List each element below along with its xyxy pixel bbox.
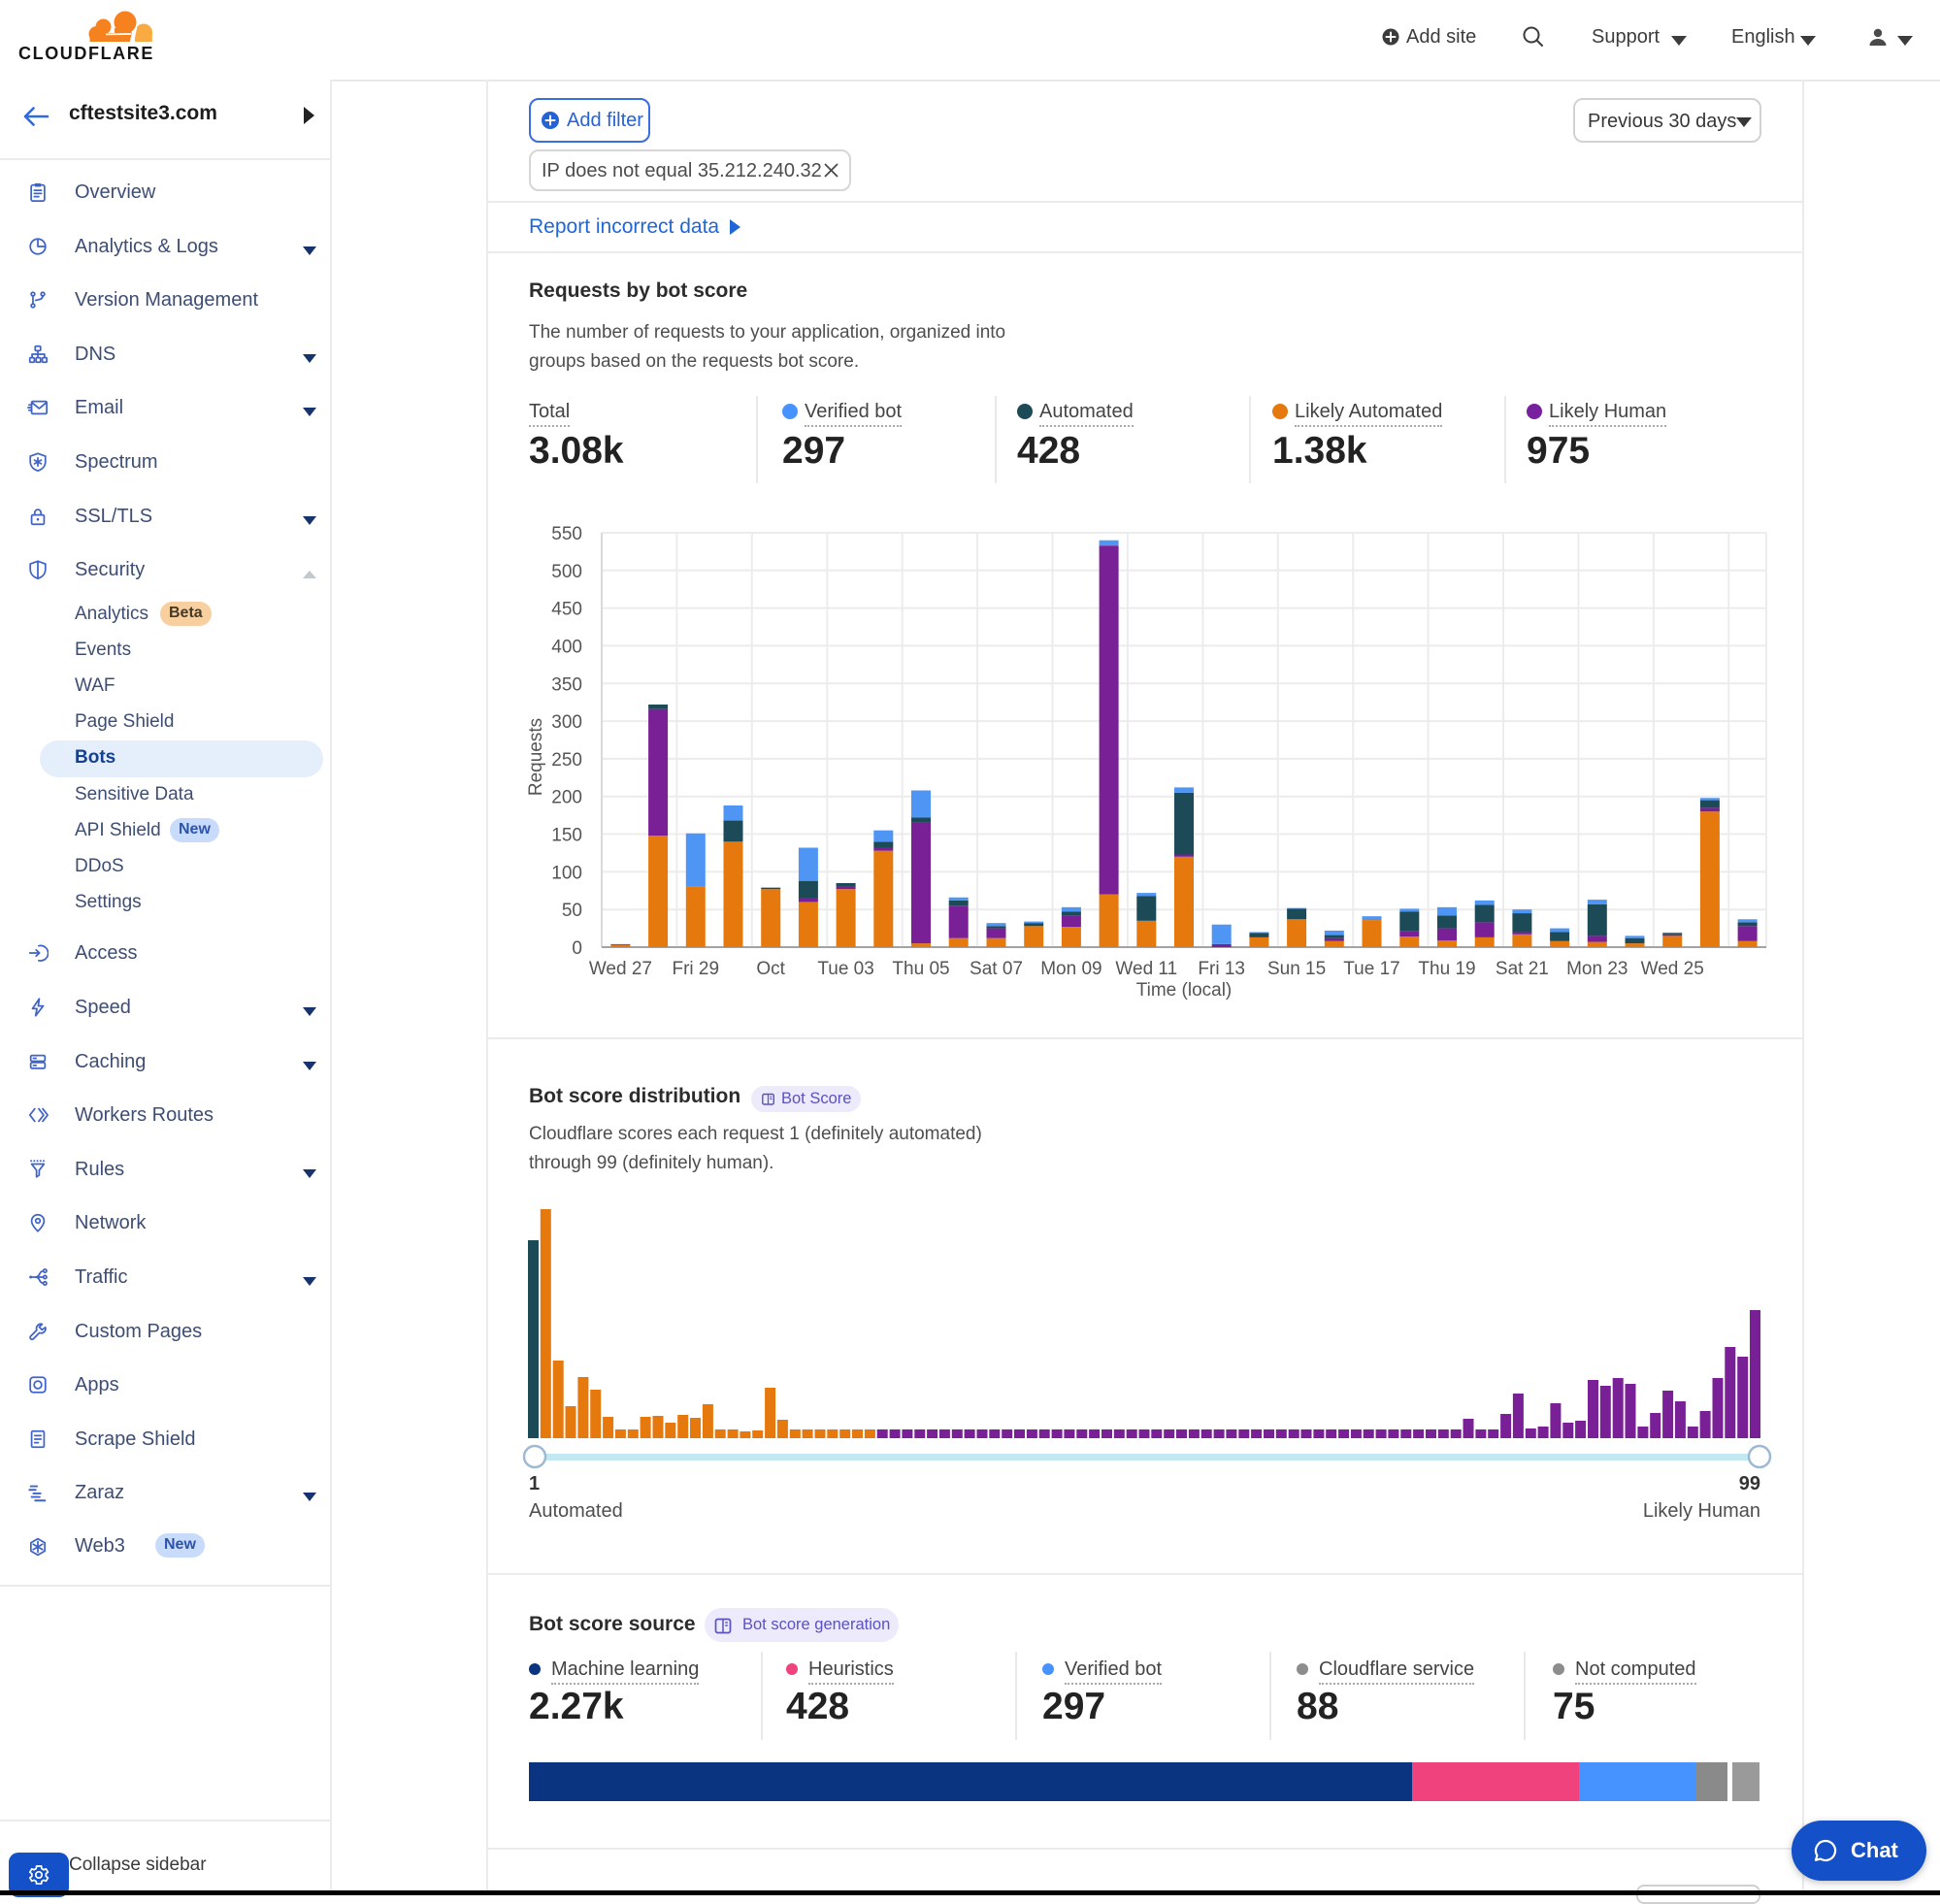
- svg-text:Fri 13: Fri 13: [1198, 959, 1245, 979]
- svg-text:Mon 23: Mon 23: [1566, 959, 1628, 979]
- svg-text:100: 100: [551, 863, 582, 883]
- svg-text:Wed 11: Wed 11: [1115, 959, 1177, 979]
- svg-text:Time (local): Time (local): [1136, 980, 1233, 1001]
- svg-text:Requests: Requests: [526, 718, 546, 796]
- svg-text:Mon 09: Mon 09: [1040, 959, 1102, 979]
- svg-text:Sat 21: Sat 21: [1496, 959, 1549, 979]
- svg-text:Tue 17: Tue 17: [1343, 959, 1399, 979]
- svg-text:450: 450: [551, 600, 582, 620]
- svg-text:Wed 25: Wed 25: [1641, 959, 1704, 979]
- svg-text:Thu 19: Thu 19: [1418, 959, 1475, 979]
- svg-text:Sat 07: Sat 07: [970, 959, 1023, 979]
- svg-text:Oct: Oct: [756, 959, 785, 979]
- svg-text:Thu 05: Thu 05: [892, 959, 949, 979]
- svg-text:550: 550: [551, 524, 582, 544]
- svg-text:200: 200: [551, 788, 582, 808]
- svg-text:50: 50: [562, 901, 582, 921]
- svg-text:Tue 03: Tue 03: [817, 959, 873, 979]
- svg-text:250: 250: [551, 750, 582, 771]
- svg-text:350: 350: [551, 674, 582, 695]
- svg-text:300: 300: [551, 712, 582, 733]
- svg-text:0: 0: [572, 938, 582, 959]
- svg-text:Sun 15: Sun 15: [1267, 959, 1326, 979]
- svg-text:500: 500: [551, 562, 582, 582]
- svg-text:Wed 27: Wed 27: [589, 959, 652, 979]
- svg-text:Fri 29: Fri 29: [673, 959, 720, 979]
- svg-text:150: 150: [551, 826, 582, 846]
- svg-text:400: 400: [551, 637, 582, 657]
